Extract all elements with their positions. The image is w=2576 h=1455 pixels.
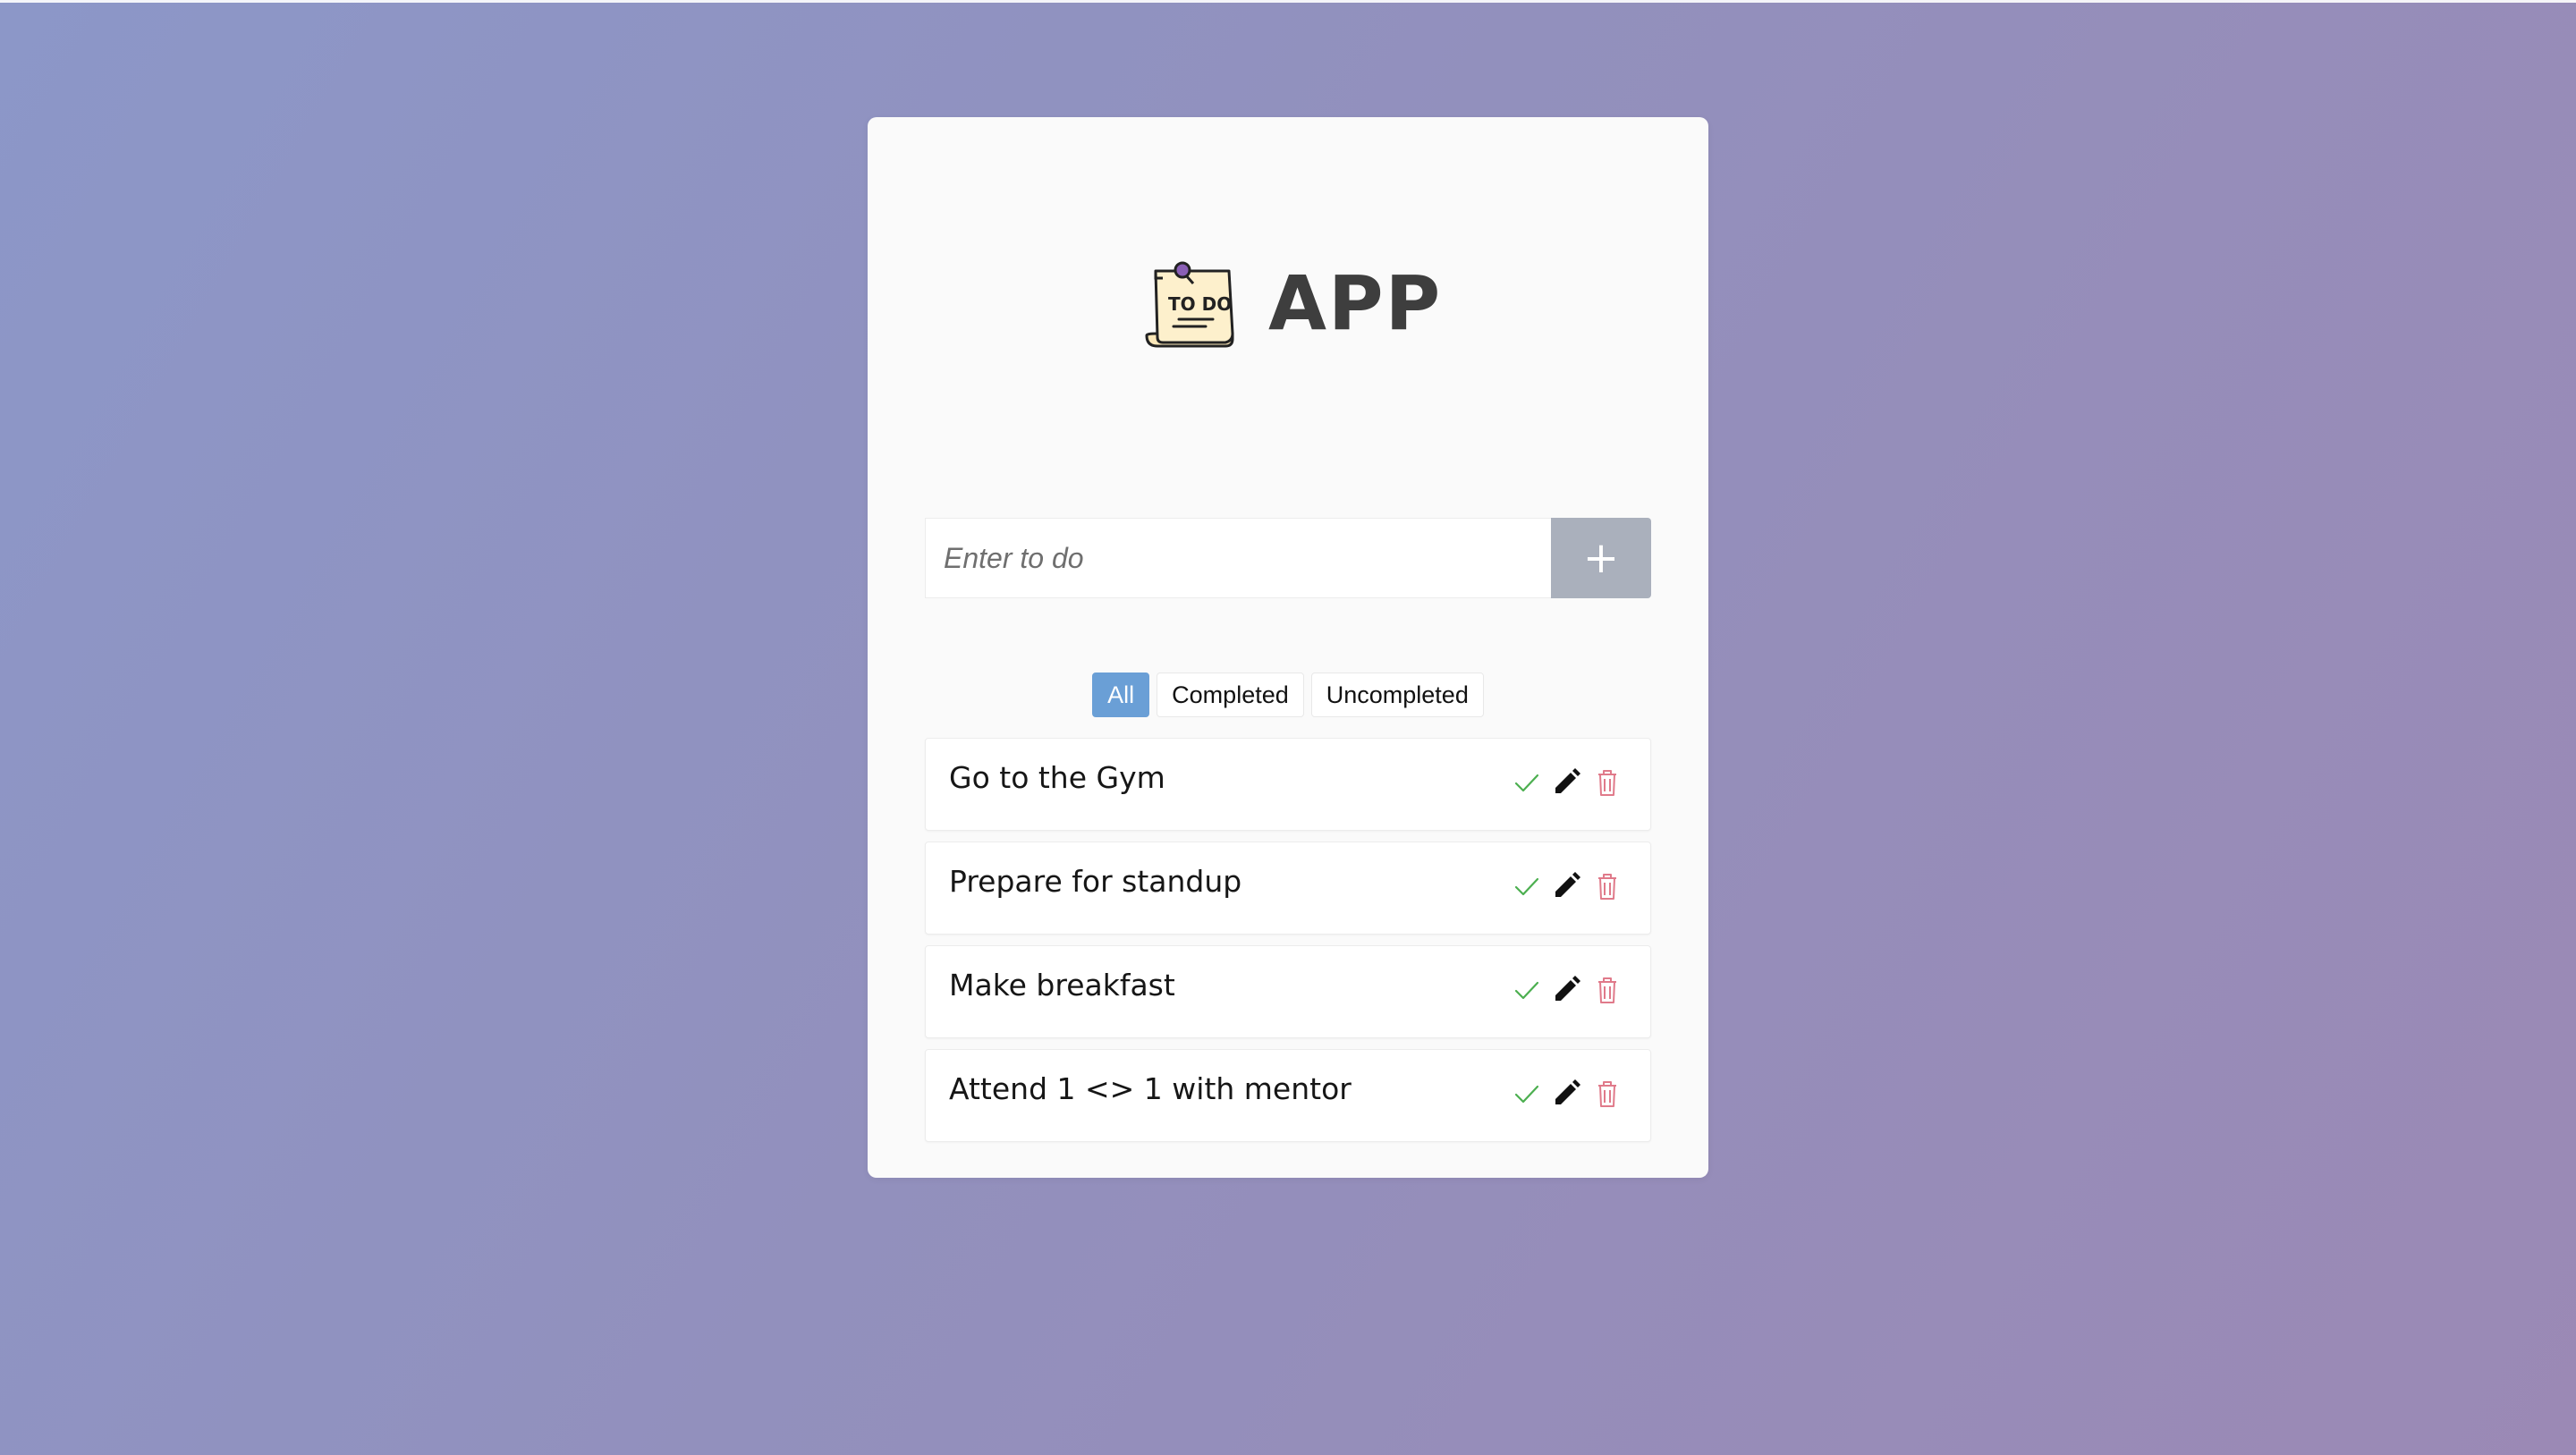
trash-icon[interactable] [1591, 766, 1623, 799]
trash-icon[interactable] [1591, 1078, 1623, 1110]
pencil-icon[interactable] [1550, 974, 1582, 1006]
svg-text:TO DO: TO DO [1168, 293, 1232, 315]
filter-uncompleted-button[interactable]: Uncompleted [1310, 673, 1484, 717]
pencil-icon[interactable] [1550, 1078, 1582, 1110]
todo-card: TO DO APP + All Completed Uncompleted Go… [868, 117, 1708, 1178]
check-icon[interactable] [1511, 870, 1543, 902]
pencil-icon[interactable] [1550, 870, 1582, 902]
todo-text: Prepare for standup [949, 864, 1242, 899]
trash-icon[interactable] [1591, 870, 1623, 902]
todo-item: Attend 1 <> 1 with mentor [925, 1049, 1651, 1142]
add-todo-button[interactable]: + [1551, 518, 1651, 598]
todo-note-icon: TO DO [1143, 260, 1241, 350]
todo-item: Prepare for standup [925, 842, 1651, 935]
todo-item: Go to the Gym [925, 738, 1651, 831]
trash-icon[interactable] [1591, 974, 1623, 1006]
filter-all-button[interactable]: All [1092, 673, 1150, 717]
app-title: APP [1268, 259, 1443, 347]
check-icon[interactable] [1511, 1078, 1543, 1110]
todo-list: Go to the Gym Prepare for standup Make b… [925, 738, 1651, 1153]
top-border-line [0, 0, 2576, 3]
todo-text: Make breakfast [949, 968, 1175, 1002]
app-header: TO DO APP [868, 259, 1708, 466]
check-icon[interactable] [1511, 766, 1543, 799]
todo-text: Go to the Gym [949, 760, 1165, 795]
filter-bar: All Completed Uncompleted [868, 673, 1708, 719]
add-todo-form: + [925, 518, 1651, 598]
pencil-icon[interactable] [1550, 766, 1582, 799]
check-icon[interactable] [1511, 974, 1543, 1006]
todo-item: Make breakfast [925, 945, 1651, 1038]
todo-text: Attend 1 <> 1 with mentor [949, 1071, 1352, 1106]
todo-input[interactable] [925, 518, 1551, 598]
filter-completed-button[interactable]: Completed [1157, 673, 1304, 717]
